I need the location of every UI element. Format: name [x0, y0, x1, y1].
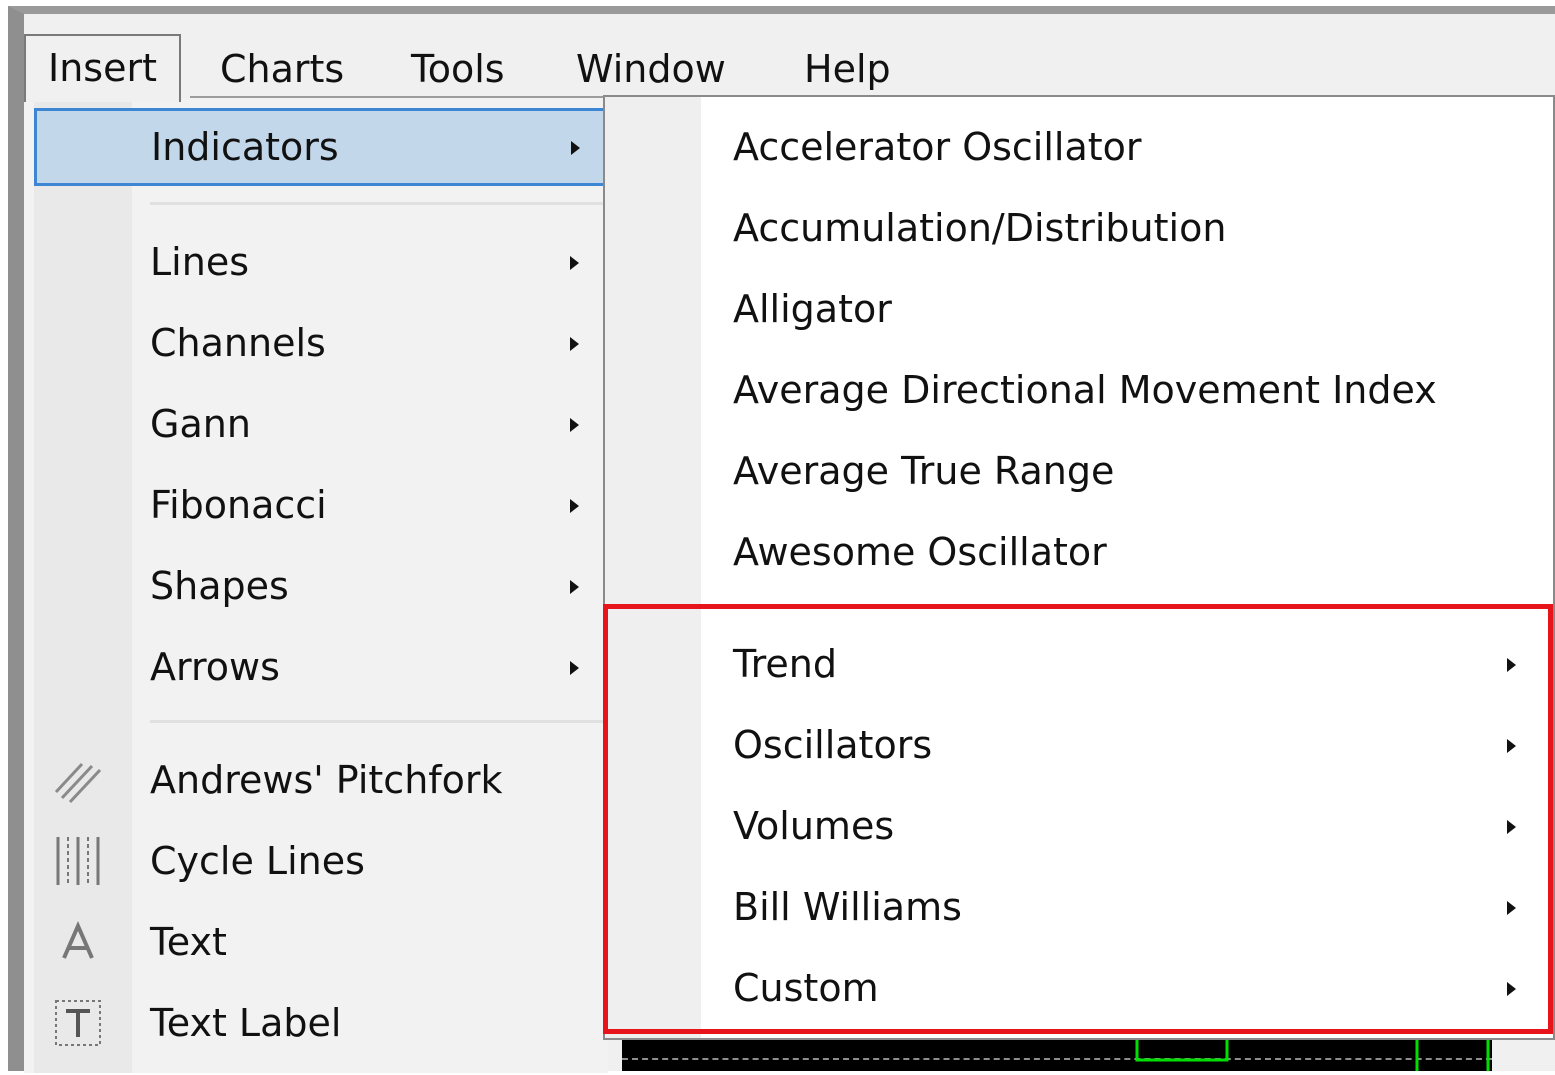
menu-insert[interactable]: Insert [24, 34, 181, 102]
submenu-arrow-icon [570, 256, 579, 270]
submenu-arrow-icon [1507, 982, 1516, 996]
menu-tools[interactable]: Tools [411, 40, 505, 98]
menu-help[interactable]: Help [804, 40, 891, 98]
menu-item-gann[interactable]: Gann [24, 384, 608, 464]
menu-item-label: Channels [150, 321, 326, 365]
submenu-item-awesome-oscillator[interactable]: Awesome Oscillator [605, 512, 1553, 592]
chart-area [622, 1040, 1492, 1071]
menu-item-label: Text Label [150, 1001, 342, 1045]
submenu-item-label: Oscillators [733, 723, 933, 767]
submenu-item-accelerator-oscillator[interactable]: Accelerator Oscillator [605, 107, 1553, 187]
menu-item-label: Gann [150, 402, 251, 446]
menu-item-label: Cycle Lines [150, 839, 365, 883]
submenu-item-bill-williams[interactable]: Bill Williams [605, 867, 1553, 947]
text-icon [50, 914, 106, 970]
menu-item-channels[interactable]: Channels [24, 303, 608, 383]
menu-item-label: Fibonacci [150, 483, 327, 527]
submenu-item-volumes[interactable]: Volumes [605, 786, 1553, 866]
submenu-item-label: Bill Williams [733, 885, 962, 929]
menu-item-label: Andrews' Pitchfork [150, 758, 503, 802]
menu-item-indicators[interactable]: Indicators [34, 108, 606, 186]
menu-item-text-label[interactable]: Text Label [24, 983, 608, 1063]
menu-item-label: Shapes [150, 564, 289, 608]
submenu-arrow-icon [570, 499, 579, 513]
menu-item-label: Indicators [151, 125, 339, 169]
submenu-arrow-icon [1507, 739, 1516, 753]
submenu-item-label: Accelerator Oscillator [733, 125, 1142, 169]
indicators-submenu: Accelerator Oscillator Accumulation/Dist… [603, 95, 1555, 1040]
menu-separator [150, 202, 606, 205]
submenu-item-trend[interactable]: Trend [605, 624, 1553, 704]
submenu-item-alligator[interactable]: Alligator [605, 269, 1553, 349]
menu-item-cycle-lines[interactable]: Cycle Lines [24, 821, 608, 901]
submenu-arrow-icon [1507, 820, 1516, 834]
menu-item-shapes[interactable]: Shapes [24, 546, 608, 626]
menu-item-andrews-pitchfork[interactable]: Andrews' Pitchfork [24, 740, 608, 820]
submenu-item-accumulation-distribution[interactable]: Accumulation/Distribution [605, 188, 1553, 268]
menu-item-label: Lines [150, 240, 249, 284]
menu-separator [150, 720, 606, 723]
menu-window[interactable]: Window [576, 40, 726, 98]
submenu-arrow-icon [570, 418, 579, 432]
menu-item-label: Text [150, 920, 227, 964]
submenu-item-label: Custom [733, 966, 879, 1010]
submenu-item-label: Average Directional Movement Index [733, 368, 1437, 412]
pitchfork-icon [50, 752, 106, 808]
submenu-item-label: Awesome Oscillator [733, 530, 1107, 574]
submenu-arrow-icon [1507, 658, 1516, 672]
menu-charts[interactable]: Charts [220, 40, 344, 98]
submenu-arrow-icon [570, 580, 579, 594]
menu-bar: Insert Charts Tools Window Help [24, 34, 1555, 102]
price-line [1135, 1040, 1490, 1071]
menu-item-fibonacci[interactable]: Fibonacci [24, 465, 608, 545]
submenu-arrow-icon [571, 141, 580, 155]
cycle-lines-icon [50, 833, 106, 889]
insert-menu: Indicators Lines Channels Gann Fibonacci… [24, 98, 608, 1073]
menu-item-label: Arrows [150, 645, 280, 689]
submenu-item-label: Volumes [733, 804, 895, 848]
submenu-item-label: Average True Range [733, 449, 1115, 493]
submenu-item-oscillators[interactable]: Oscillators [605, 705, 1553, 785]
text-label-icon [50, 995, 106, 1051]
submenu-item-label: Accumulation/Distribution [733, 206, 1227, 250]
menu-item-lines[interactable]: Lines [24, 222, 608, 302]
submenu-arrow-icon [570, 661, 579, 675]
submenu-item-average-directional-movement-index[interactable]: Average Directional Movement Index [605, 350, 1553, 430]
submenu-item-label: Trend [733, 642, 837, 686]
submenu-arrow-icon [570, 337, 579, 351]
submenu-item-label: Alligator [733, 287, 892, 331]
submenu-item-custom[interactable]: Custom [605, 948, 1553, 1028]
menu-item-arrows[interactable]: Arrows [24, 627, 608, 707]
submenu-item-average-true-range[interactable]: Average True Range [605, 431, 1553, 511]
menu-item-text[interactable]: Text [24, 902, 608, 982]
submenu-arrow-icon [1507, 901, 1516, 915]
